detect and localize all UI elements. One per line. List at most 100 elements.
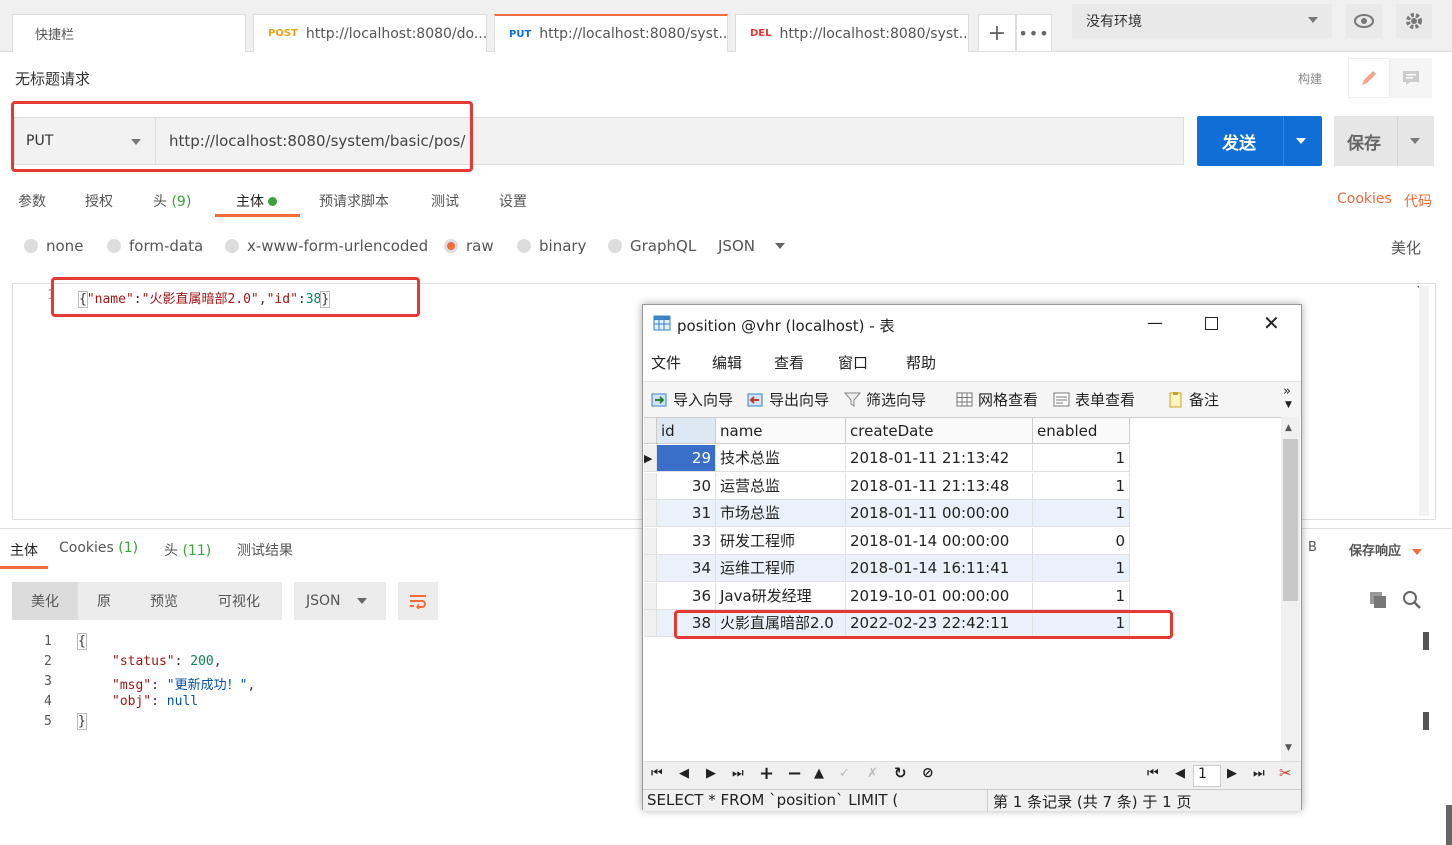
minimize-icon[interactable]: —	[1147, 313, 1163, 332]
search-icon[interactable]	[1402, 590, 1422, 614]
cell-enabled[interactable]: 1	[1033, 500, 1130, 527]
tab-auth[interactable]: 授权	[85, 191, 113, 211]
radio-raw[interactable]: raw	[444, 237, 494, 255]
toolbar-dropdown-icon[interactable]: ▼	[1285, 400, 1292, 410]
wrap-lines-icon[interactable]	[398, 582, 438, 620]
cell-name[interactable]: 技术总监	[716, 445, 846, 472]
scroll-down-icon[interactable]: ▼	[1285, 743, 1292, 753]
menu-file[interactable]: 文件	[651, 352, 681, 373]
menu-edit[interactable]: 编辑	[712, 352, 742, 373]
response-format-select[interactable]: JSON	[294, 582, 386, 620]
tab-post-request[interactable]: POST http://localhost:8080/do...	[253, 14, 487, 52]
cell-createdate[interactable]: 2019-10-01 00:00:00	[846, 582, 1033, 610]
row-header[interactable]	[644, 555, 657, 582]
copy-icon[interactable]	[1368, 590, 1388, 614]
scrollbar-thumb[interactable]	[1283, 439, 1298, 601]
table-row[interactable]: ▶ 29 技术总监 2018-01-11 21:13:42 1	[644, 445, 1130, 472]
cell-createdate[interactable]: 2018-01-11 21:13:42	[846, 445, 1033, 472]
previous-page-icon[interactable]: ◀	[1175, 766, 1185, 781]
cell-enabled[interactable]: 1	[1033, 472, 1130, 500]
discard-icon[interactable]: ✗	[867, 766, 878, 781]
form-view-button[interactable]: 表单查看	[1053, 389, 1135, 410]
response-scrollbar-thumb[interactable]	[1423, 632, 1429, 650]
delete-record-icon[interactable]: −	[787, 763, 802, 784]
response-scrollbar-thumb[interactable]	[1423, 712, 1429, 730]
menu-help[interactable]: 帮助	[906, 352, 936, 373]
response-tab-body[interactable]: 主体	[10, 540, 38, 560]
edit-pencil-icon[interactable]	[1348, 58, 1390, 98]
request-title[interactable]: 无标题请求	[15, 68, 90, 89]
tab-prerequest-script[interactable]: 预请求脚本	[319, 191, 389, 211]
cell-id[interactable]: 33	[657, 527, 716, 555]
cell-name[interactable]: 运营总监	[716, 472, 846, 500]
save-response-button[interactable]: 保存响应	[1349, 540, 1422, 559]
view-preview-button[interactable]: 预览	[150, 591, 178, 611]
menu-view[interactable]: 查看	[774, 352, 804, 373]
row-header[interactable]	[644, 610, 657, 637]
build-label[interactable]: 构建	[1298, 70, 1322, 87]
page-number-input[interactable]: 1	[1193, 765, 1221, 787]
tab-params[interactable]: 参数	[18, 191, 46, 211]
radio-binary[interactable]: binary	[517, 237, 586, 255]
radio-none[interactable]: none	[24, 237, 83, 255]
db-data-grid[interactable]: id name createDate enabled ▶ 29 技术总监 2018-0…	[644, 417, 1281, 761]
scroll-up-icon[interactable]: ▲	[1285, 423, 1292, 433]
tab-headers[interactable]: 头 (9)	[153, 191, 191, 211]
row-header[interactable]	[644, 472, 657, 500]
cell-createdate[interactable]: 2018-01-14 00:00:00	[846, 527, 1033, 555]
maximize-icon[interactable]	[1205, 317, 1218, 330]
last-record-icon[interactable]: ⏭	[732, 766, 744, 781]
db-grid-scrollbar[interactable]: ▲ ▼	[1281, 417, 1300, 761]
page-settings-icon[interactable]: ✂	[1279, 764, 1292, 782]
view-beautify-button[interactable]: 美化	[12, 582, 78, 620]
radio-graphql[interactable]: GraphQL	[608, 237, 696, 255]
environment-select[interactable]: 没有环境	[1072, 4, 1332, 38]
menu-window[interactable]: 窗口	[838, 352, 868, 373]
send-button[interactable]: 发送	[1197, 116, 1322, 166]
editor-scrollbar[interactable]	[1419, 286, 1429, 516]
notes-button[interactable]: 备注	[1167, 389, 1219, 410]
cell-id[interactable]: 36	[657, 582, 716, 610]
cell-name[interactable]: Java研发经理	[716, 582, 846, 610]
cell-enabled[interactable]: 1	[1033, 555, 1130, 582]
tab-tests[interactable]: 测试	[431, 191, 459, 211]
grid-view-button[interactable]: 网格查看	[956, 389, 1038, 410]
close-icon[interactable]: ✕	[1263, 311, 1280, 335]
view-visualize-button[interactable]: 可视化	[218, 591, 260, 611]
cell-id[interactable]: 31	[657, 500, 716, 527]
table-row[interactable]: 33 研发工程师 2018-01-14 00:00:00 0	[644, 527, 1130, 555]
cell-createdate[interactable]: 2018-01-11 21:13:48	[846, 472, 1033, 500]
tab-delete-request[interactable]: DEL http://localhost:8080/syst...	[735, 14, 969, 52]
first-record-icon[interactable]: ⏮	[651, 766, 663, 781]
cell-name[interactable]: 市场总监	[716, 500, 846, 527]
cell-enabled[interactable]: 0	[1033, 527, 1130, 555]
save-options-chevron-icon[interactable]	[1410, 138, 1420, 144]
beautify-link[interactable]: 美化	[1391, 237, 1421, 258]
row-header[interactable]	[644, 527, 657, 555]
more-tabs-icon[interactable]: •••	[1016, 14, 1052, 52]
tab-put-request[interactable]: PUT http://localhost:8080/syst...	[494, 14, 728, 52]
last-page-icon[interactable]: ⏭	[1253, 766, 1265, 781]
apply-changes-icon[interactable]: ▲	[814, 766, 824, 781]
code-link[interactable]: 代码	[1404, 191, 1432, 211]
environment-eye-icon[interactable]	[1346, 4, 1382, 38]
export-wizard-button[interactable]: 导出向导	[747, 389, 829, 410]
comment-icon[interactable]	[1390, 58, 1432, 98]
send-options-chevron-icon[interactable]	[1296, 138, 1306, 144]
cell-name[interactable]: 研发工程师	[716, 527, 846, 555]
row-header[interactable]	[644, 500, 657, 527]
refresh-icon[interactable]: ↻	[894, 764, 907, 782]
column-header-name[interactable]: name	[716, 418, 846, 444]
view-raw-button[interactable]: 原	[97, 591, 111, 611]
column-header-enabled[interactable]: enabled	[1033, 418, 1130, 444]
response-tab-headers[interactable]: 头 (11)	[164, 540, 211, 560]
new-tab-plus-icon[interactable]: +	[978, 14, 1016, 52]
first-page-icon[interactable]: ⏮	[1147, 766, 1159, 781]
current-row-marker-icon[interactable]: ▶	[644, 445, 657, 472]
window-scrollbar[interactable]	[1446, 805, 1452, 845]
table-row[interactable]: 31 市场总监 2018-01-11 00:00:00 1	[644, 500, 1130, 527]
filter-wizard-button[interactable]: 筛选向导	[844, 389, 926, 410]
tab-quickbar[interactable]: 快捷栏	[12, 14, 246, 52]
table-row[interactable]: 36 Java研发经理 2019-10-01 00:00:00 1	[644, 582, 1130, 610]
import-wizard-button[interactable]: 导入向导	[651, 389, 733, 410]
